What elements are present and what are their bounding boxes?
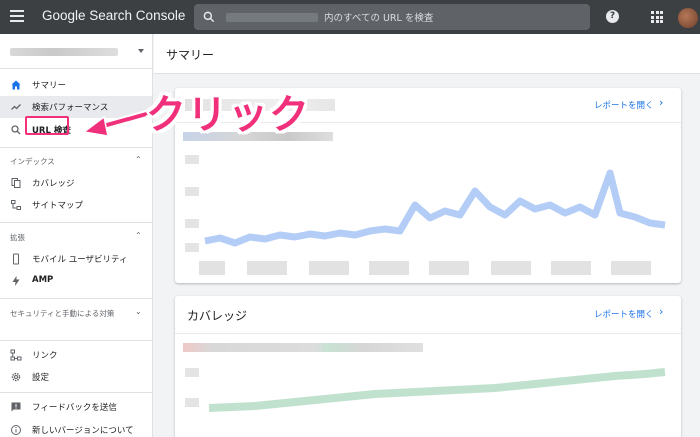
info-icon bbox=[11, 425, 21, 435]
sidebar-item-label: 新しいバージョンについて bbox=[32, 426, 134, 436]
sidebar-item-label: カバレッジ bbox=[32, 179, 75, 189]
sidebar-item-coverage[interactable]: カバレッジ bbox=[0, 172, 152, 194]
sidebar-item-amp[interactable]: AMP bbox=[0, 270, 152, 292]
trending-up-icon bbox=[11, 104, 21, 110]
bolt-icon bbox=[12, 276, 20, 286]
account-avatar[interactable] bbox=[678, 8, 698, 28]
sidebar: サマリー 検索パフォーマンス URL 検査 インデックス ⌃ カバレッジ サイト… bbox=[0, 34, 153, 437]
sidebar-item-summary[interactable]: サマリー bbox=[0, 74, 152, 96]
menu-icon[interactable] bbox=[10, 10, 24, 22]
chevron-up-icon[interactable]: ⌃ bbox=[135, 231, 142, 240]
search-icon bbox=[11, 125, 21, 135]
apps-grid-icon[interactable] bbox=[651, 11, 663, 23]
page-title: サマリー bbox=[166, 48, 215, 62]
coverage-card-title: カバレッジ bbox=[187, 309, 248, 323]
open-report-link[interactable]: レポートを開く bbox=[594, 99, 654, 111]
divider bbox=[0, 147, 153, 148]
chevron-up-icon[interactable]: ⌃ bbox=[135, 155, 142, 164]
url-inspect-search[interactable]: 内のすべての URL を検査 bbox=[194, 4, 590, 30]
sidebar-item-label: フィードバックを送信 bbox=[32, 403, 117, 413]
feedback-icon bbox=[11, 402, 21, 412]
sitemap-icon bbox=[11, 200, 21, 210]
divider bbox=[0, 222, 153, 223]
caret-down-icon bbox=[138, 49, 144, 53]
sidebar-item-sitemaps[interactable]: サイトマップ bbox=[0, 194, 152, 216]
sidebar-item-feedback[interactable]: フィードバックを送信 bbox=[0, 396, 152, 418]
annotation-text: クリック bbox=[146, 92, 310, 138]
sidebar-item-label: サイトマップ bbox=[32, 201, 84, 211]
gear-icon bbox=[11, 372, 21, 382]
section-label-enhancements: 拡張 bbox=[10, 233, 25, 242]
divider bbox=[0, 68, 153, 69]
sidebar-item-new-version[interactable]: 新しいバージョンについて bbox=[0, 419, 152, 437]
sidebar-item-mobile-usability[interactable]: モバイル ユーザビリティ bbox=[0, 248, 152, 270]
chevron-right-icon[interactable]: › bbox=[659, 96, 663, 109]
blurred-property-name bbox=[10, 48, 118, 56]
file-copy-icon bbox=[11, 178, 21, 188]
open-report-link[interactable]: レポートを開く bbox=[594, 308, 654, 320]
search-icon bbox=[203, 11, 215, 23]
sidebar-item-performance[interactable]: 検索パフォーマンス bbox=[0, 96, 152, 118]
divider bbox=[0, 392, 153, 393]
sidebar-item-label: リンク bbox=[32, 351, 58, 361]
coverage-chart bbox=[185, 368, 666, 412]
sidebar-item-url-inspection[interactable]: URL 検査 bbox=[0, 119, 152, 141]
chevron-right-icon[interactable]: › bbox=[659, 305, 663, 318]
help-icon[interactable]: ? bbox=[606, 10, 619, 23]
section-label-index: インデックス bbox=[10, 157, 55, 166]
divider bbox=[0, 340, 153, 341]
performance-chart bbox=[185, 155, 666, 275]
top-app-bar: Google Search Console 内のすべての URL を検査 ? bbox=[0, 0, 700, 34]
divider bbox=[0, 298, 153, 299]
sidebar-item-label: サマリー bbox=[32, 81, 67, 91]
chevron-down-icon[interactable]: ⌄ bbox=[135, 307, 142, 316]
smartphone-icon bbox=[13, 253, 19, 265]
sidebar-item-label: モバイル ユーザビリティ bbox=[32, 255, 128, 265]
sidebar-item-settings[interactable]: 設定 bbox=[0, 366, 152, 388]
blurred-domain bbox=[226, 13, 318, 22]
section-label-security: セキュリティと手動による対策 bbox=[10, 309, 115, 318]
blurred-legend bbox=[183, 343, 423, 352]
product-name[interactable]: Google Search Console bbox=[42, 8, 185, 23]
divider bbox=[175, 333, 681, 334]
sidebar-item-links[interactable]: リンク bbox=[0, 344, 152, 366]
home-icon bbox=[11, 80, 21, 90]
sidebar-item-label: 検索パフォーマンス bbox=[32, 103, 109, 113]
sidebar-item-label: 設定 bbox=[32, 373, 50, 383]
property-selector[interactable] bbox=[8, 46, 148, 60]
main-header: サマリー bbox=[154, 34, 700, 74]
highlight-box bbox=[25, 116, 69, 135]
link-icon bbox=[10, 349, 22, 361]
coverage-card: カバレッジ レポートを開く › bbox=[175, 296, 681, 437]
search-input[interactable]: 内のすべての URL を検査 bbox=[324, 10, 433, 24]
sidebar-item-label: AMP bbox=[32, 275, 54, 285]
